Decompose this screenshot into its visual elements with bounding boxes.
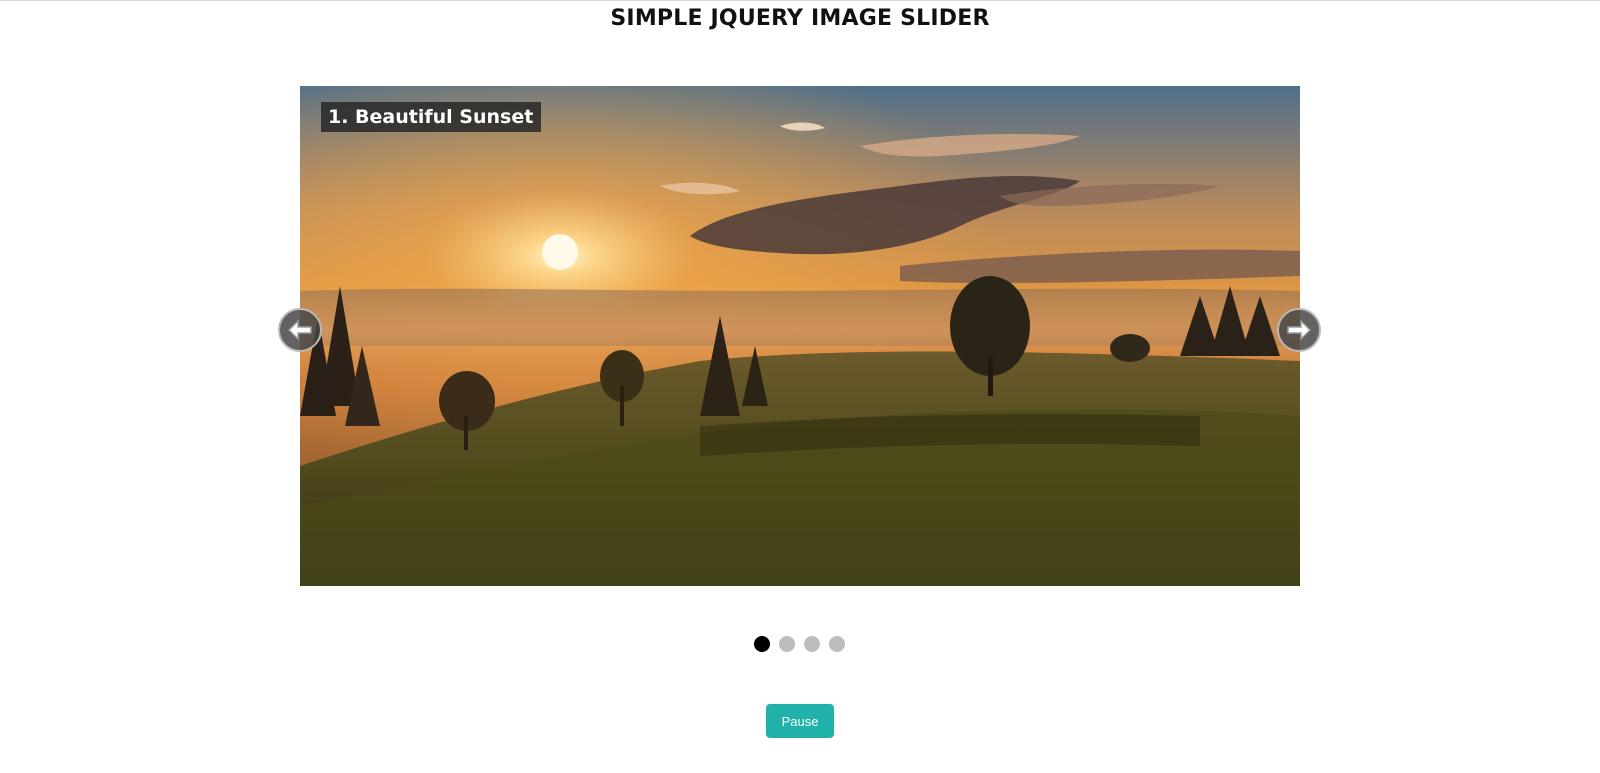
- slide-dot-3[interactable]: [804, 636, 820, 652]
- slide-dot-1[interactable]: [754, 636, 770, 652]
- sunset-landscape-photo: [300, 86, 1300, 586]
- slide-image: [300, 86, 1300, 586]
- previous-slide-button[interactable]: [278, 308, 322, 352]
- image-slider: 1. Beautiful Sunset: [278, 86, 1321, 586]
- arrow-left-icon: [287, 319, 312, 341]
- pause-button[interactable]: Pause: [766, 704, 834, 738]
- page-title: SIMPLE JQUERY IMAGE SLIDER: [610, 6, 990, 31]
- top-border: [0, 0, 1600, 1]
- next-slide-button[interactable]: [1277, 308, 1321, 352]
- slide-dot-2[interactable]: [779, 636, 795, 652]
- slide-indicators: [754, 636, 845, 652]
- slide-caption: 1. Beautiful Sunset: [321, 102, 542, 132]
- slide-dot-4[interactable]: [829, 636, 845, 652]
- arrow-right-icon: [1287, 319, 1312, 341]
